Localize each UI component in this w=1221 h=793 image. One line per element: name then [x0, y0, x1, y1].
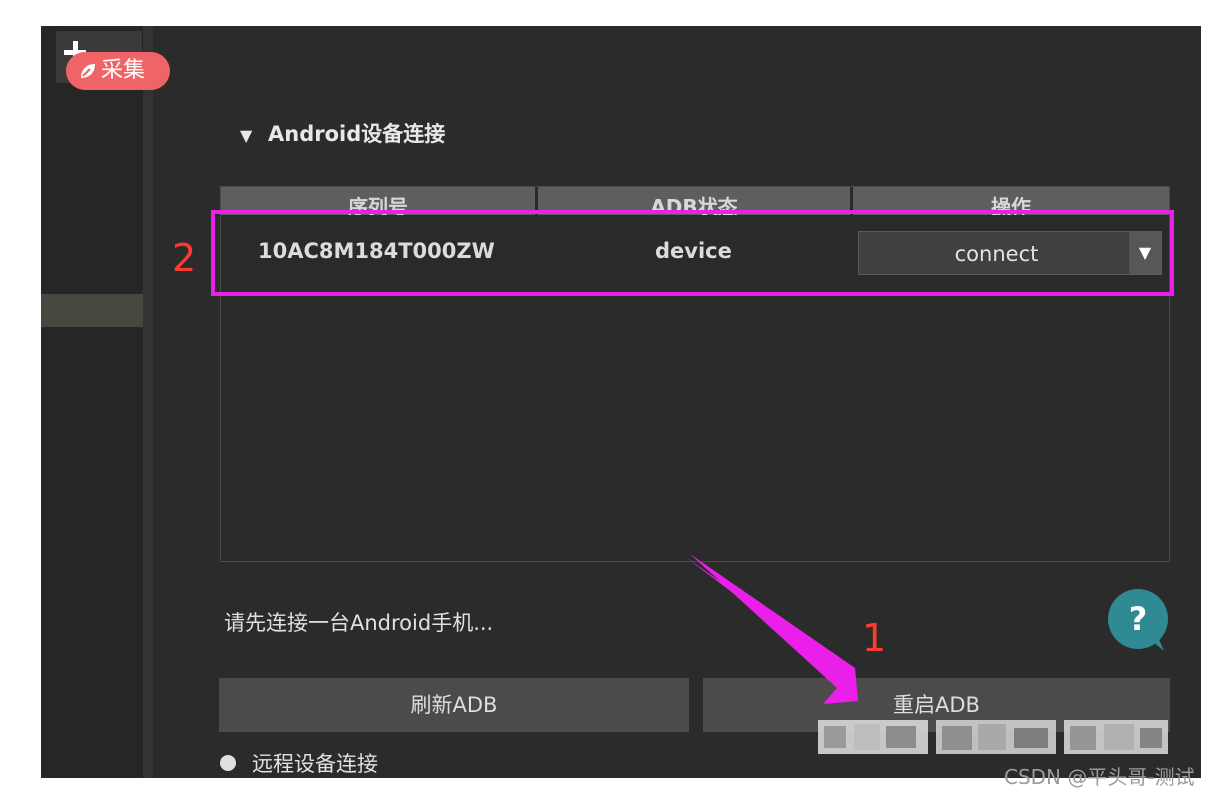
blurred-text: [818, 720, 1168, 754]
radio-dot-icon[interactable]: [220, 755, 236, 771]
hint-text: 请先连接一台Android手机...: [224, 611, 494, 635]
watermark-text: CSDN @平头哥-测试: [1004, 765, 1195, 789]
sidebar-selected-item[interactable]: [41, 294, 143, 327]
remote-connect-option[interactable]: 远程设备连接: [220, 748, 378, 778]
section-header[interactable]: ▼ Android设备连接: [240, 118, 445, 148]
help-icon[interactable]: ?: [1106, 589, 1170, 653]
svg-text:?: ?: [1129, 600, 1148, 638]
collect-badge[interactable]: 采集: [66, 52, 170, 90]
step-number-1: 1: [862, 616, 887, 660]
panel-divider[interactable]: [143, 26, 153, 778]
section-title-text: Android设备连接: [268, 122, 446, 146]
triangle-down-icon: ▼: [240, 126, 253, 145]
remote-connect-label: 远程设备连接: [252, 752, 378, 776]
leaf-icon: [81, 64, 95, 78]
refresh-adb-button[interactable]: 刷新ADB: [219, 678, 689, 732]
left-sidebar: [41, 26, 143, 778]
badge-label: 采集: [101, 58, 146, 83]
step-number-2: 2: [172, 236, 197, 280]
highlight-box-row: [211, 210, 1174, 296]
